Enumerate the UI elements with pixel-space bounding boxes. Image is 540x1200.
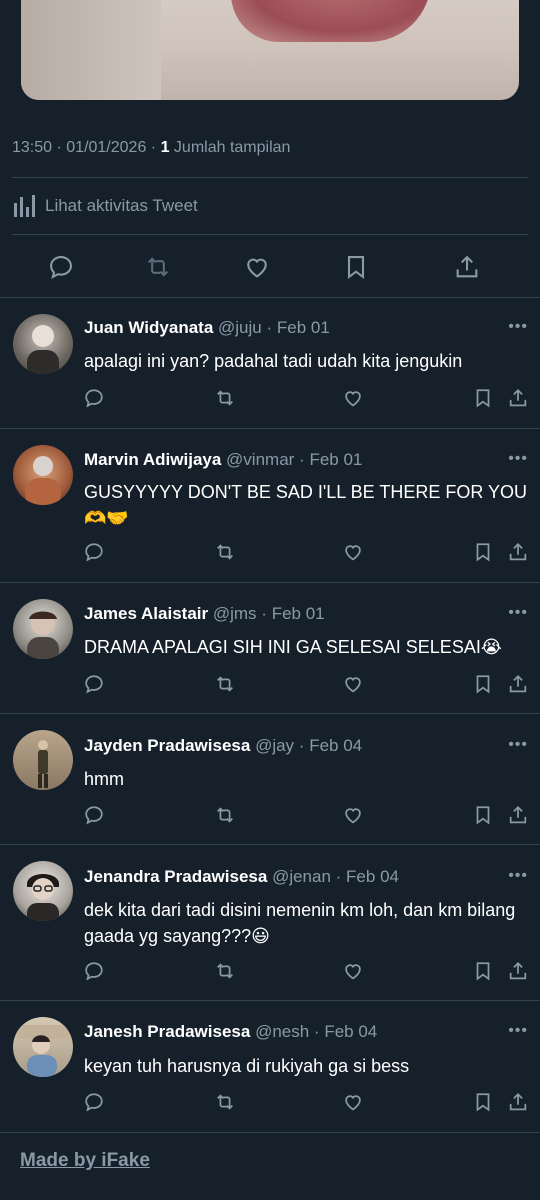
heart-icon[interactable] bbox=[243, 253, 271, 281]
reply-date[interactable]: Feb 04 bbox=[324, 1022, 377, 1041]
reply-date[interactable]: Feb 04 bbox=[346, 867, 399, 886]
reply-name[interactable]: Marvin Adiwijaya bbox=[84, 450, 221, 469]
share-icon[interactable] bbox=[507, 804, 529, 826]
avatar[interactable] bbox=[13, 445, 73, 505]
reply-item[interactable]: Jayden Pradawisesa @jay · Feb 04 ••• hmm bbox=[0, 714, 540, 844]
reply-header: James Alaistair @jms · Feb 01 bbox=[84, 604, 325, 623]
reply-date[interactable]: Feb 01 bbox=[309, 450, 362, 469]
reply-name[interactable]: James Alaistair bbox=[84, 604, 208, 623]
reply-text: keyan tuh harusnya di rukiyah ga si bess bbox=[84, 1056, 410, 1076]
heart-icon[interactable] bbox=[342, 673, 364, 695]
tweet-photo[interactable] bbox=[21, 0, 519, 100]
avatar[interactable] bbox=[13, 314, 73, 374]
retweet-icon[interactable] bbox=[144, 253, 172, 281]
reply-icon[interactable] bbox=[83, 673, 105, 695]
bookmark-icon[interactable] bbox=[472, 1091, 494, 1113]
reply-handle[interactable]: @jay bbox=[255, 736, 294, 755]
photo-shade bbox=[21, 0, 161, 100]
reply-name[interactable]: Janesh Pradawisesa bbox=[84, 1022, 250, 1041]
reply-text: DRAMA APALAGI SIH INI GA SELESAI SELESAI… bbox=[84, 637, 502, 657]
reply-header: Janesh Pradawisesa @nesh · Feb 04 bbox=[84, 1022, 378, 1041]
reply-handle[interactable]: @nesh bbox=[255, 1022, 309, 1041]
more-icon[interactable]: ••• bbox=[508, 1022, 528, 1040]
retweet-icon[interactable] bbox=[214, 960, 236, 982]
bookmark-icon[interactable] bbox=[342, 253, 370, 281]
reply-icon[interactable] bbox=[47, 253, 75, 281]
reply-text: GUSYYYYY DON'T BE SAD I'LL BE THERE FOR … bbox=[84, 482, 528, 528]
tweet-time: 13:50 bbox=[12, 139, 53, 156]
tweet-action-bar bbox=[0, 247, 540, 287]
reply-handle[interactable]: @jenan bbox=[272, 867, 331, 886]
reply-item[interactable]: Juan Widyanata @juju · Feb 01 ••• apalag… bbox=[0, 298, 540, 428]
bookmark-icon[interactable] bbox=[472, 960, 494, 982]
reply-header: Jayden Pradawisesa @jay · Feb 04 bbox=[84, 736, 363, 755]
made-by-link[interactable]: Made by iFake bbox=[20, 1150, 150, 1172]
reply-name[interactable]: Juan Widyanata bbox=[84, 318, 213, 337]
reply-icon[interactable] bbox=[83, 1091, 105, 1113]
reply-date[interactable]: Feb 01 bbox=[277, 318, 330, 337]
divider bbox=[12, 177, 528, 178]
share-icon[interactable] bbox=[507, 1091, 529, 1113]
reply-handle[interactable]: @juju bbox=[218, 318, 262, 337]
photo-lips bbox=[231, 0, 431, 42]
activity-label: Lihat aktivitas Tweet bbox=[45, 196, 198, 215]
reply-header: Marvin Adiwijaya @vinmar · Feb 01 bbox=[84, 450, 363, 469]
retweet-icon[interactable] bbox=[214, 804, 236, 826]
reply-text: hmm bbox=[84, 769, 124, 789]
reply-header: Juan Widyanata @juju · Feb 01 bbox=[84, 318, 330, 337]
share-icon[interactable] bbox=[453, 253, 481, 281]
share-icon[interactable] bbox=[507, 673, 529, 695]
reply-item[interactable]: Janesh Pradawisesa @nesh · Feb 04 ••• ke… bbox=[0, 1001, 540, 1131]
avatar[interactable] bbox=[13, 730, 73, 790]
avatar[interactable] bbox=[13, 1017, 73, 1077]
heart-icon[interactable] bbox=[342, 804, 364, 826]
reply-handle[interactable]: @vinmar bbox=[226, 450, 294, 469]
bookmark-icon[interactable] bbox=[472, 541, 494, 563]
share-icon[interactable] bbox=[507, 541, 529, 563]
reply-name[interactable]: Jayden Pradawisesa bbox=[84, 736, 250, 755]
reply-icon[interactable] bbox=[83, 387, 105, 409]
views-count: 1 bbox=[160, 139, 170, 156]
share-icon[interactable] bbox=[507, 960, 529, 982]
retweet-icon[interactable] bbox=[214, 541, 236, 563]
bookmark-icon[interactable] bbox=[472, 804, 494, 826]
reply-date[interactable]: Feb 04 bbox=[309, 736, 362, 755]
reply-header: Jenandra Pradawisesa @jenan · Feb 04 bbox=[84, 867, 399, 886]
more-icon[interactable]: ••• bbox=[508, 604, 528, 622]
more-icon[interactable]: ••• bbox=[508, 450, 528, 468]
reply-icon[interactable] bbox=[83, 960, 105, 982]
retweet-icon[interactable] bbox=[214, 673, 236, 695]
more-icon[interactable]: ••• bbox=[508, 318, 528, 336]
reply-icon[interactable] bbox=[83, 804, 105, 826]
divider bbox=[0, 1132, 540, 1133]
tweet-meta: 13:50 · 01/01/2026 · 1 Jumlah tampilan bbox=[12, 139, 291, 156]
reply-name[interactable]: Jenandra Pradawisesa bbox=[84, 867, 267, 886]
more-icon[interactable]: ••• bbox=[508, 867, 528, 885]
reply-icon[interactable] bbox=[83, 541, 105, 563]
bar-chart-icon bbox=[14, 195, 35, 217]
heart-icon[interactable] bbox=[342, 960, 364, 982]
reply-text: dek kita dari tadi disini nemenin km loh… bbox=[84, 900, 516, 946]
share-icon[interactable] bbox=[507, 387, 529, 409]
reply-item[interactable]: Marvin Adiwijaya @vinmar · Feb 01 ••• GU… bbox=[0, 429, 540, 582]
tweet-date: 01/01/2026 bbox=[66, 139, 147, 156]
divider bbox=[12, 234, 528, 235]
reply-item[interactable]: James Alaistair @jms · Feb 01 ••• DRAMA … bbox=[0, 583, 540, 713]
tweet-activity-link[interactable]: Lihat aktivitas Tweet bbox=[14, 193, 198, 219]
reply-date[interactable]: Feb 01 bbox=[272, 604, 325, 623]
reply-item[interactable]: Jenandra Pradawisesa @jenan · Feb 04 •••… bbox=[0, 845, 540, 1000]
heart-icon[interactable] bbox=[342, 1091, 364, 1113]
avatar[interactable] bbox=[13, 861, 73, 921]
avatar[interactable] bbox=[13, 599, 73, 659]
views-label: Jumlah tampilan bbox=[173, 139, 291, 156]
retweet-icon[interactable] bbox=[214, 387, 236, 409]
heart-icon[interactable] bbox=[342, 541, 364, 563]
bookmark-icon[interactable] bbox=[472, 387, 494, 409]
reply-text: apalagi ini yan? padahal tadi udah kita … bbox=[84, 351, 463, 371]
retweet-icon[interactable] bbox=[214, 1091, 236, 1113]
more-icon[interactable]: ••• bbox=[508, 736, 528, 754]
bookmark-icon[interactable] bbox=[472, 673, 494, 695]
heart-icon[interactable] bbox=[342, 387, 364, 409]
reply-handle[interactable]: @jms bbox=[213, 604, 257, 623]
